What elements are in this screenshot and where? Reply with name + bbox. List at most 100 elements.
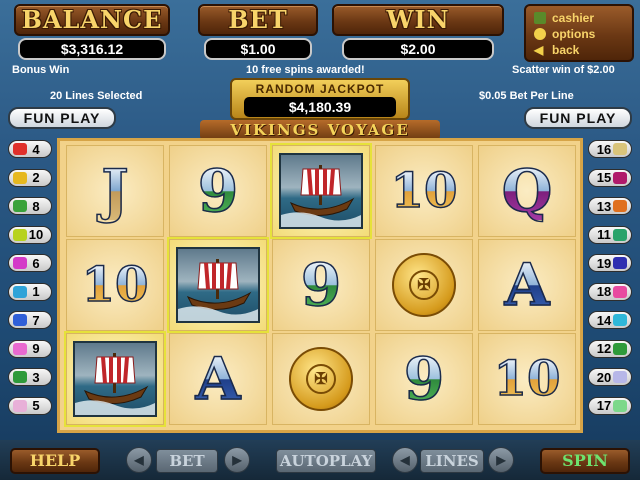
line-indicator-left[interactable]: 7 [8,311,52,329]
menu-options[interactable]: options [534,26,624,42]
bet-decrease-button[interactable]: ◀ [126,447,152,473]
coin-cross-icon: ✠ [409,270,439,300]
balance-value: $3,316.12 [18,38,166,60]
symbol-glyph: 9 [300,251,342,319]
symbol-glyph: J [101,157,130,225]
line-number: 12 [596,341,612,356]
line-indicator-right[interactable]: 18 [588,282,632,301]
line-number: 17 [596,398,612,413]
symbol-9: 9 [272,239,370,331]
line-color-swatch [613,342,627,355]
menu-cashier-label: cashier [552,11,595,25]
line-indicator-right[interactable]: 20 [588,368,632,386]
line-color-swatch [13,171,27,184]
line-indicator-right[interactable]: 13 [588,197,632,215]
line-color-swatch [613,228,627,241]
menu-back[interactable]: ◀ back [534,42,624,58]
line-indicator-left[interactable]: 5 [8,396,52,415]
line-color-swatch [613,200,627,212]
viking-ship-icon [73,341,157,417]
line-number: 8 [32,198,40,214]
line-number: 3 [32,369,40,385]
win-title: WIN [386,5,450,34]
jackpot-label: RANDOM JACKPOT [255,82,385,96]
symbol-glyph: A [504,251,551,319]
lines-button[interactable]: LINES [420,449,484,473]
line-number: 11 [597,227,611,242]
help-button[interactable]: HELP [10,448,100,474]
line-indicator-left[interactable]: 8 [8,197,52,215]
line-indicator-left[interactable]: 9 [8,339,52,358]
spin-button[interactable]: SPIN [540,448,630,474]
line-color-swatch [613,171,627,184]
line-indicator-left[interactable]: 4 [8,140,52,158]
line-number: 4 [32,141,40,157]
line-indicator-left[interactable]: 1 [8,282,52,301]
game-title-logo: VIKINGS VOYAGE [200,120,440,140]
symbol-9: 9 [169,145,267,237]
line-number: 5 [32,398,40,413]
line-color-swatch [13,257,27,269]
line-indicator-left[interactable]: 2 [8,168,52,187]
line-color-swatch [613,399,627,412]
jackpot-value: $4,180.39 [244,97,396,117]
line-color-swatch [13,314,27,326]
menu-options-label: options [552,27,596,41]
line-indicator-left[interactable]: 3 [8,368,52,386]
gold-coin-symbol: ✠ [375,239,473,331]
viking-ship-symbol [64,331,166,427]
line-color-swatch [13,285,27,298]
free-spins-text: 10 free spins awarded! [246,64,365,76]
line-number: 9 [32,341,40,356]
viking-ship-symbol [167,237,269,333]
symbol-glyph: 9 [197,157,239,225]
menu-back-label: back [552,43,580,57]
options-icon [534,28,546,40]
line-number: 15 [596,170,612,185]
line-indicator-right[interactable]: 12 [588,339,632,358]
line-number: 2 [32,170,40,185]
autoplay-button[interactable]: AUTOPLAY [276,449,376,473]
lines-increase-button[interactable]: ▶ [488,447,514,473]
symbol-q: Q [478,145,576,237]
line-indicator-right[interactable]: 17 [588,396,632,415]
win-plaque: WIN [332,4,504,36]
menu-cashier[interactable]: cashier [534,10,624,26]
bet-button[interactable]: BET [156,449,218,473]
symbol-glyph: A [195,345,242,413]
symbol-a: A [169,333,267,425]
symbol-glyph: 10 [493,351,561,407]
line-color-swatch [13,228,27,241]
fun-play-badge-left: FUN PLAY [8,107,116,129]
line-number: 10 [28,227,44,242]
line-number: 7 [32,312,40,328]
bet-increase-button[interactable]: ▶ [224,447,250,473]
line-color-swatch [13,371,27,383]
line-color-swatch [13,200,27,212]
symbol-10: 10 [375,145,473,237]
reels-area: J 10 9 A 9 ✠ 10 ✠ 9 Q A 10 [57,138,583,433]
symbol-glyph: Q [501,157,553,225]
symbol-glyph: 9 [403,345,445,413]
line-color-swatch [613,143,627,155]
line-indicator-left[interactable]: 10 [8,225,52,244]
line-indicator-right[interactable]: 11 [588,225,632,244]
bet-value: $1.00 [204,38,312,60]
symbol-glyph: 10 [81,257,149,313]
symbol-10: 10 [66,239,164,331]
line-indicator-right[interactable]: 15 [588,168,632,187]
viking-ship-icon [279,153,363,229]
lines-selected-text: 20 Lines Selected [50,90,143,102]
line-indicator-right[interactable]: 16 [588,140,632,158]
symbol-9: 9 [375,333,473,425]
line-indicator-right[interactable]: 19 [588,254,632,272]
gold-coin-symbol: ✠ [272,333,370,425]
line-indicator-left[interactable]: 6 [8,254,52,272]
line-indicator-right[interactable]: 14 [588,311,632,329]
gold-coin-icon: ✠ [289,347,353,411]
win-value: $2.00 [342,38,494,60]
lines-decrease-button[interactable]: ◀ [392,447,418,473]
viking-ship-icon [176,247,260,323]
random-jackpot: RANDOM JACKPOT $4,180.39 [230,78,410,120]
line-color-swatch [13,143,27,155]
